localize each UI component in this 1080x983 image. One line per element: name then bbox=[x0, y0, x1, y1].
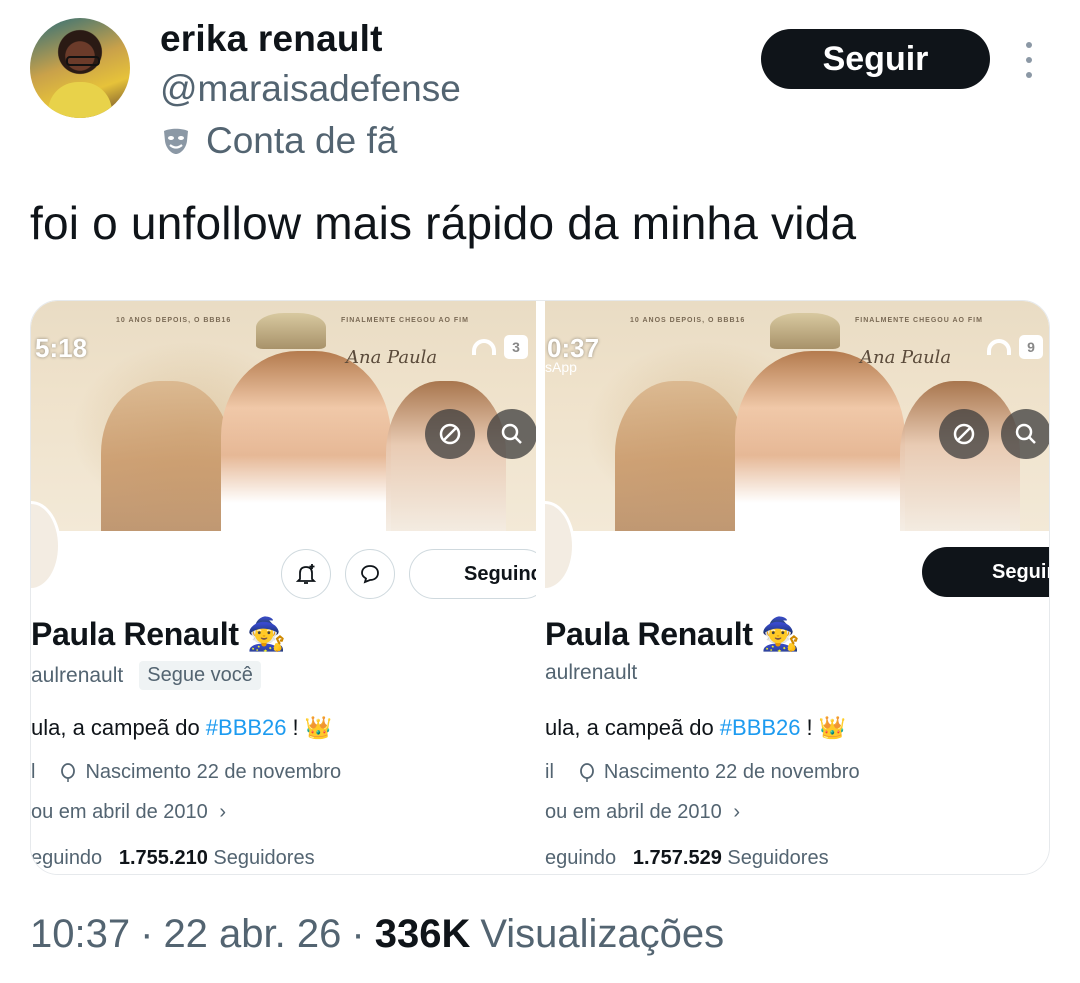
profile-name: Paula Renault 🧙 bbox=[31, 615, 287, 653]
bio-suffix: ! bbox=[806, 715, 813, 740]
search-icon[interactable] bbox=[1001, 409, 1049, 459]
bio-suffix: ! bbox=[292, 715, 299, 740]
follows-you-badge: Segue você bbox=[139, 661, 261, 690]
crown-emoji-icon: 👑 bbox=[818, 715, 847, 740]
meta-separator: · bbox=[351, 912, 365, 956]
tweet-date[interactable]: 22 abr. 26 bbox=[163, 912, 341, 957]
banner-person-left bbox=[615, 381, 745, 531]
profile-actions: Seguind bbox=[281, 549, 536, 599]
followers-count[interactable]: 1.755.210 bbox=[119, 847, 208, 869]
theater-mask-icon bbox=[164, 128, 188, 154]
profile-name-text: Paula Renault bbox=[545, 615, 753, 652]
profile-birth-row: il Nascimento 22 de novembro bbox=[545, 761, 860, 784]
followers-label: Seguidores bbox=[727, 847, 829, 869]
banner-tagline-left: 10 ANOS DEPOIS, O BBB16 bbox=[116, 317, 232, 324]
chevron-right-icon: › bbox=[733, 801, 741, 823]
author-handle[interactable]: @maraisadefense bbox=[160, 68, 461, 110]
notification-add-icon[interactable] bbox=[281, 549, 331, 599]
battery-icon: 9 bbox=[1019, 335, 1043, 359]
profile-handle: aulrenault bbox=[31, 663, 124, 687]
banner-tagline-right: FINALMENTE CHEGOU AO FIM bbox=[341, 317, 469, 324]
meta-separator: · bbox=[140, 912, 154, 956]
following-button[interactable]: Seguind bbox=[409, 549, 536, 599]
hide-icon[interactable] bbox=[425, 409, 475, 459]
following-fragment[interactable]: eguindo bbox=[31, 847, 102, 869]
status-time: 5:18 bbox=[35, 333, 88, 363]
profile-banner: 10 ANOS DEPOIS, O BBB16 FINALMENTE CHEGO… bbox=[545, 301, 1049, 531]
battery-icon: 3 bbox=[504, 335, 528, 359]
birth-text: Nascimento 22 de novembro bbox=[85, 761, 342, 783]
profile-joined[interactable]: ou em abril de 2010 › bbox=[31, 801, 226, 824]
crown-emoji-icon: 👑 bbox=[304, 715, 333, 740]
banner-script: Ana Paula bbox=[346, 347, 438, 368]
more-vertical-icon[interactable] bbox=[1012, 38, 1046, 82]
following-fragment[interactable]: eguindo bbox=[545, 847, 616, 869]
wifi-icon bbox=[472, 339, 496, 355]
profile-joined[interactable]: ou em abril de 2010 › bbox=[545, 801, 740, 824]
search-icon[interactable] bbox=[487, 409, 536, 459]
bio-prefix: ula, a campeã do bbox=[545, 715, 714, 740]
profile-stats: eguindo 1.755.210 Seguidores bbox=[31, 847, 315, 870]
avatar-glasses bbox=[66, 56, 100, 66]
message-icon[interactable] bbox=[345, 549, 395, 599]
joined-text: ou em abril de 2010 bbox=[545, 801, 722, 823]
banner-person-center bbox=[735, 351, 905, 531]
followers-count[interactable]: 1.757.529 bbox=[633, 847, 722, 869]
follow-button-small[interactable]: Seguir bbox=[922, 547, 1049, 597]
location-fragment: l bbox=[31, 761, 36, 783]
wifi-icon bbox=[987, 339, 1011, 355]
screenshot-right[interactable]: 10 ANOS DEPOIS, O BBB16 FINALMENTE CHEGO… bbox=[545, 301, 1049, 874]
banner-tagline-right: FINALMENTE CHEGOU AO FIM bbox=[855, 317, 983, 324]
profile-stats: eguindo 1.757.529 Seguidores bbox=[545, 847, 829, 870]
author-display-name[interactable]: erika renault bbox=[160, 18, 383, 60]
back-to-app[interactable]: sApp bbox=[545, 359, 577, 375]
profile-name-text: Paula Renault bbox=[31, 615, 239, 652]
banner-crown bbox=[770, 313, 840, 349]
banner-person-center bbox=[221, 351, 391, 531]
fan-label-text: Conta de fã bbox=[206, 120, 398, 161]
tweet-text: foi o unfollow mais rápido da minha vida bbox=[30, 197, 857, 249]
location-fragment: il bbox=[545, 761, 554, 783]
tweet-meta: 10:37 · 22 abr. 26 · 336K Visualizações bbox=[30, 912, 724, 957]
profile-handle-row: aulrenault bbox=[545, 661, 637, 685]
follow-button[interactable]: Seguir bbox=[761, 29, 990, 89]
hide-icon[interactable] bbox=[939, 409, 989, 459]
chevron-right-icon: › bbox=[219, 801, 227, 823]
witch-emoji-icon: 🧙 bbox=[760, 616, 801, 652]
author-avatar[interactable] bbox=[30, 18, 130, 118]
banner-script: Ana Paula bbox=[860, 347, 952, 368]
balloon-icon bbox=[61, 762, 76, 782]
banner-person-left bbox=[101, 381, 231, 531]
views-count: 336K bbox=[374, 912, 471, 956]
profile-handle: aulrenault bbox=[545, 661, 638, 684]
avatar-shirt bbox=[48, 82, 112, 118]
fan-account-label: Conta de fã bbox=[160, 120, 397, 162]
profile-birth-row: l Nascimento 22 de novembro bbox=[31, 761, 341, 784]
views-label: Visualizações bbox=[480, 912, 725, 956]
screenshot-left[interactable]: 10 ANOS DEPOIS, O BBB16 FINALMENTE CHEGO… bbox=[31, 301, 536, 874]
status-indicators: 9 bbox=[987, 335, 1043, 359]
profile-handle-row: aulrenault Segue você bbox=[31, 661, 261, 690]
media-divider bbox=[536, 301, 545, 874]
bio-prefix: ula, a campeã do bbox=[31, 715, 200, 740]
joined-text: ou em abril de 2010 bbox=[31, 801, 208, 823]
birth-text: Nascimento 22 de novembro bbox=[603, 761, 860, 783]
profile-bio: ula, a campeã do #BBB26! 👑 bbox=[545, 715, 846, 741]
tweet-time[interactable]: 10:37 bbox=[30, 912, 130, 957]
banner-tagline-left: 10 ANOS DEPOIS, O BBB16 bbox=[630, 317, 746, 324]
status-indicators: 3 bbox=[472, 335, 528, 359]
bio-hashtag[interactable]: #BBB26 bbox=[206, 715, 287, 741]
profile-banner: 10 ANOS DEPOIS, O BBB16 FINALMENTE CHEGO… bbox=[31, 301, 536, 531]
profile-name: Paula Renault 🧙 bbox=[545, 615, 801, 653]
followers-label: Seguidores bbox=[213, 847, 315, 869]
witch-emoji-icon: 🧙 bbox=[246, 616, 287, 652]
tweet-media[interactable]: 10 ANOS DEPOIS, O BBB16 FINALMENTE CHEGO… bbox=[30, 300, 1050, 875]
banner-crown bbox=[256, 313, 326, 349]
balloon-icon bbox=[579, 762, 594, 782]
bio-hashtag[interactable]: #BBB26 bbox=[720, 715, 801, 741]
profile-bio: ula, a campeã do #BBB26! 👑 bbox=[31, 715, 332, 741]
